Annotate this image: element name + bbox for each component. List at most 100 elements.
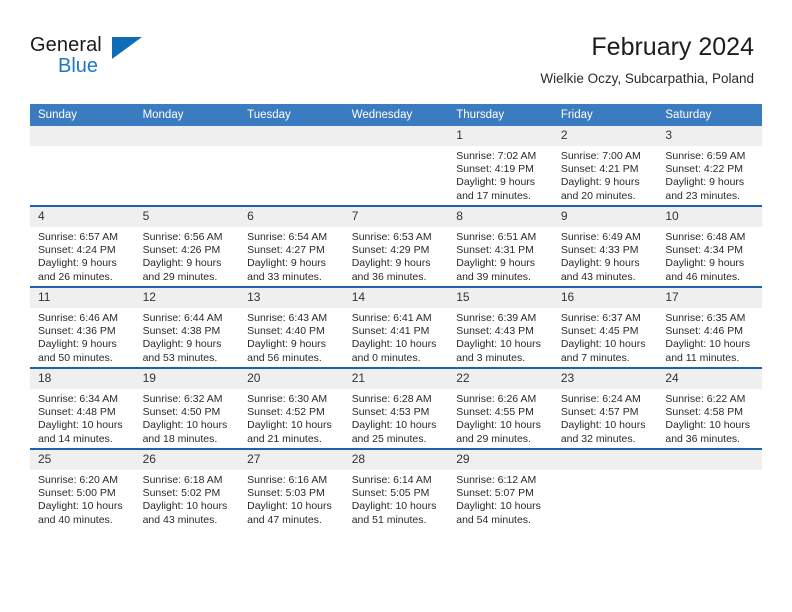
weekday-header-wednesday: Wednesday bbox=[343, 104, 449, 126]
day-number: 5 bbox=[134, 207, 240, 227]
day-details: Sunrise: 6:22 AM Sunset: 4:58 PM Daylight:… bbox=[657, 389, 762, 446]
calendar-day-cell[interactable]: 14 Sunrise: 6:41 AM Sunset: 4:41 PM Dayligh… bbox=[343, 286, 449, 368]
day-details: Sunrise: 6:53 AM Sunset: 4:29 PM Daylight:… bbox=[344, 227, 449, 284]
calendar-day-cell-empty bbox=[30, 126, 135, 206]
daylight-text-line2: and 11 minutes. bbox=[665, 351, 740, 364]
page-subtitle: Wielkie Oczy, Subcarpathia, Poland bbox=[540, 71, 754, 86]
calendar-day-cell[interactable]: 26 Sunrise: 6:18 AM Sunset: 5:02 PM Dayligh… bbox=[134, 448, 240, 529]
calendar-day-cell[interactable]: 8 Sunrise: 6:51 AM Sunset: 4:31 PM Daylight… bbox=[448, 205, 553, 287]
sunrise-text: Sunrise: 6:53 AM bbox=[351, 231, 432, 243]
day-details: Sunrise: 7:02 AM Sunset: 4:19 PM Daylight:… bbox=[448, 146, 553, 203]
title-block: February 2024 Wielkie Oczy, Subcarpathia… bbox=[540, 32, 754, 87]
sunset-text: Sunset: 4:31 PM bbox=[456, 244, 534, 257]
calendar-day-cell-empty bbox=[552, 448, 658, 529]
day-number: 21 bbox=[343, 369, 449, 389]
calendar-day-cell[interactable]: 6 Sunrise: 6:54 AM Sunset: 4:27 PM Daylight… bbox=[239, 205, 344, 287]
daylight-text-line2: and 14 minutes. bbox=[38, 432, 113, 445]
calendar-week-row: 1 Sunrise: 7:02 AM Sunset: 4:19 PM Daylight… bbox=[30, 126, 762, 206]
sunrise-text: Sunrise: 7:00 AM bbox=[560, 150, 641, 162]
sunset-text: Sunset: 4:36 PM bbox=[38, 325, 116, 338]
day-details: Sunrise: 6:49 AM Sunset: 4:33 PM Daylight:… bbox=[553, 227, 658, 284]
calendar-day-cell[interactable]: 27 Sunrise: 6:16 AM Sunset: 5:03 PM Dayligh… bbox=[239, 448, 344, 529]
calendar-day-cell[interactable]: 17 Sunrise: 6:35 AM Sunset: 4:46 PM Dayligh… bbox=[657, 286, 762, 368]
weekday-header-row: Sunday Monday Tuesday Wednesday Thursday Frid… bbox=[30, 104, 762, 126]
day-details: Sunrise: 6:18 AM Sunset: 5:02 PM Daylight:… bbox=[135, 470, 240, 527]
sunrise-text: Sunrise: 6:32 AM bbox=[142, 393, 223, 405]
sunrise-text: Sunrise: 6:12 AM bbox=[456, 474, 537, 486]
day-details: Sunrise: 6:51 AM Sunset: 4:31 PM Daylight:… bbox=[448, 227, 553, 284]
calendar-day-cell[interactable]: 11 Sunrise: 6:46 AM Sunset: 4:36 PM Dayligh… bbox=[30, 286, 135, 368]
sunset-text: Sunset: 4:24 PM bbox=[38, 244, 116, 257]
calendar-day-cell[interactable]: 2 Sunrise: 7:00 AM Sunset: 4:21 PM Daylight… bbox=[552, 126, 658, 206]
sunrise-text: Sunrise: 6:41 AM bbox=[351, 312, 432, 324]
day-number: 28 bbox=[343, 450, 449, 470]
calendar-day-cell[interactable]: 16 Sunrise: 6:37 AM Sunset: 4:45 PM Dayligh… bbox=[552, 286, 658, 368]
sunset-text: Sunset: 4:46 PM bbox=[665, 325, 744, 338]
sunrise-text: Sunrise: 6:34 AM bbox=[38, 393, 118, 405]
day-number: 1 bbox=[448, 126, 553, 146]
calendar-day-cell[interactable]: 15 Sunrise: 6:39 AM Sunset: 4:43 PM Dayligh… bbox=[448, 286, 553, 368]
sunset-text: Sunset: 5:07 PM bbox=[456, 487, 534, 500]
day-details: Sunrise: 6:35 AM Sunset: 4:46 PM Daylight:… bbox=[657, 308, 762, 365]
sunrise-text: Sunrise: 6:26 AM bbox=[456, 393, 537, 405]
calendar-header-row: Sunday Monday Tuesday Wednesday Thursday Frid… bbox=[30, 104, 762, 126]
calendar-day-cell[interactable]: 9 Sunrise: 6:49 AM Sunset: 4:33 PM Daylight… bbox=[552, 205, 658, 287]
general-blue-logo[interactable]: General Blue bbox=[30, 34, 160, 82]
calendar-day-cell[interactable]: 18 Sunrise: 6:34 AM Sunset: 4:48 PM Dayligh… bbox=[30, 367, 135, 449]
daylight-text-line1: Daylight: 10 hours bbox=[142, 419, 228, 432]
daylight-text-line1: Daylight: 10 hours bbox=[351, 338, 437, 351]
weekday-header-monday: Monday bbox=[134, 104, 240, 126]
calendar-day-cell[interactable]: 22 Sunrise: 6:26 AM Sunset: 4:55 PM Dayligh… bbox=[448, 367, 553, 449]
day-number bbox=[239, 126, 344, 146]
sunset-text: Sunset: 4:58 PM bbox=[665, 406, 744, 419]
calendar-day-cell[interactable]: 25 Sunrise: 6:20 AM Sunset: 5:00 PM Dayligh… bbox=[30, 448, 135, 529]
day-number: 6 bbox=[239, 207, 344, 227]
calendar-day-cell[interactable]: 23 Sunrise: 6:24 AM Sunset: 4:57 PM Dayligh… bbox=[552, 367, 658, 449]
day-details: Sunrise: 6:26 AM Sunset: 4:55 PM Daylight:… bbox=[448, 389, 553, 446]
calendar-day-cell[interactable]: 4 Sunrise: 6:57 AM Sunset: 4:24 PM Daylight… bbox=[30, 205, 135, 287]
daylight-text-line1: Daylight: 9 hours bbox=[665, 176, 745, 189]
sunset-text: Sunset: 4:26 PM bbox=[142, 244, 221, 257]
calendar-day-cell[interactable]: 19 Sunrise: 6:32 AM Sunset: 4:50 PM Dayligh… bbox=[134, 367, 240, 449]
day-number bbox=[552, 450, 658, 470]
calendar-day-cell[interactable]: 3 Sunrise: 6:59 AM Sunset: 4:22 PM Daylight… bbox=[657, 126, 762, 206]
day-details: Sunrise: 6:28 AM Sunset: 4:53 PM Daylight:… bbox=[344, 389, 449, 446]
sunrise-text: Sunrise: 6:16 AM bbox=[247, 474, 328, 486]
month-calendar: Sunday Monday Tuesday Wednesday Thursday Frid… bbox=[30, 104, 762, 529]
sunset-text: Sunset: 4:40 PM bbox=[247, 325, 325, 338]
day-number: 26 bbox=[134, 450, 240, 470]
calendar-day-cell[interactable]: 21 Sunrise: 6:28 AM Sunset: 4:53 PM Dayligh… bbox=[343, 367, 449, 449]
daylight-text-line1: Daylight: 10 hours bbox=[351, 500, 437, 513]
calendar-day-cell-empty bbox=[343, 126, 449, 206]
calendar-day-cell[interactable]: 10 Sunrise: 6:48 AM Sunset: 4:34 PM Dayligh… bbox=[657, 205, 762, 287]
calendar-day-cell[interactable]: 7 Sunrise: 6:53 AM Sunset: 4:29 PM Daylight… bbox=[343, 205, 449, 287]
sunrise-text: Sunrise: 6:51 AM bbox=[456, 231, 537, 243]
calendar-day-cell[interactable]: 24 Sunrise: 6:22 AM Sunset: 4:58 PM Dayligh… bbox=[657, 367, 762, 449]
calendar-day-cell[interactable]: 28 Sunrise: 6:14 AM Sunset: 5:05 PM Dayligh… bbox=[343, 448, 449, 529]
sunrise-text: Sunrise: 6:30 AM bbox=[247, 393, 328, 405]
calendar-day-cell[interactable]: 12 Sunrise: 6:44 AM Sunset: 4:38 PM Dayligh… bbox=[134, 286, 240, 368]
daylight-text-line1: Daylight: 9 hours bbox=[38, 257, 117, 270]
calendar-day-cell[interactable]: 20 Sunrise: 6:30 AM Sunset: 4:52 PM Dayligh… bbox=[239, 367, 344, 449]
day-number: 12 bbox=[134, 288, 240, 308]
calendar-day-cell[interactable]: 13 Sunrise: 6:43 AM Sunset: 4:40 PM Dayligh… bbox=[239, 286, 344, 368]
daylight-text-line1: Daylight: 10 hours bbox=[351, 419, 437, 432]
daylight-text-line2: and 40 minutes. bbox=[38, 513, 113, 526]
sunset-text: Sunset: 4:50 PM bbox=[142, 406, 221, 419]
day-details: Sunrise: 6:37 AM Sunset: 4:45 PM Daylight:… bbox=[553, 308, 658, 365]
sunset-text: Sunset: 4:34 PM bbox=[665, 244, 744, 257]
calendar-day-cell[interactable]: 5 Sunrise: 6:56 AM Sunset: 4:26 PM Daylight… bbox=[134, 205, 240, 287]
daylight-text-line1: Daylight: 9 hours bbox=[456, 257, 536, 270]
page-title: February 2024 bbox=[591, 33, 754, 61]
daylight-text-line2: and 29 minutes. bbox=[142, 270, 218, 283]
day-number: 4 bbox=[30, 207, 135, 227]
day-number bbox=[134, 126, 240, 146]
sunset-text: Sunset: 4:27 PM bbox=[247, 244, 325, 257]
daylight-text-line1: Daylight: 10 hours bbox=[456, 419, 541, 432]
calendar-day-cell[interactable]: 1 Sunrise: 7:02 AM Sunset: 4:19 PM Daylight… bbox=[448, 126, 553, 206]
daylight-text-line2: and 20 minutes. bbox=[560, 189, 636, 202]
day-number: 27 bbox=[239, 450, 344, 470]
day-details: Sunrise: 6:12 AM Sunset: 5:07 PM Daylight:… bbox=[448, 470, 553, 527]
sunset-text: Sunset: 5:00 PM bbox=[38, 487, 116, 500]
calendar-day-cell[interactable]: 29 Sunrise: 6:12 AM Sunset: 5:07 PM Dayligh… bbox=[448, 448, 553, 529]
